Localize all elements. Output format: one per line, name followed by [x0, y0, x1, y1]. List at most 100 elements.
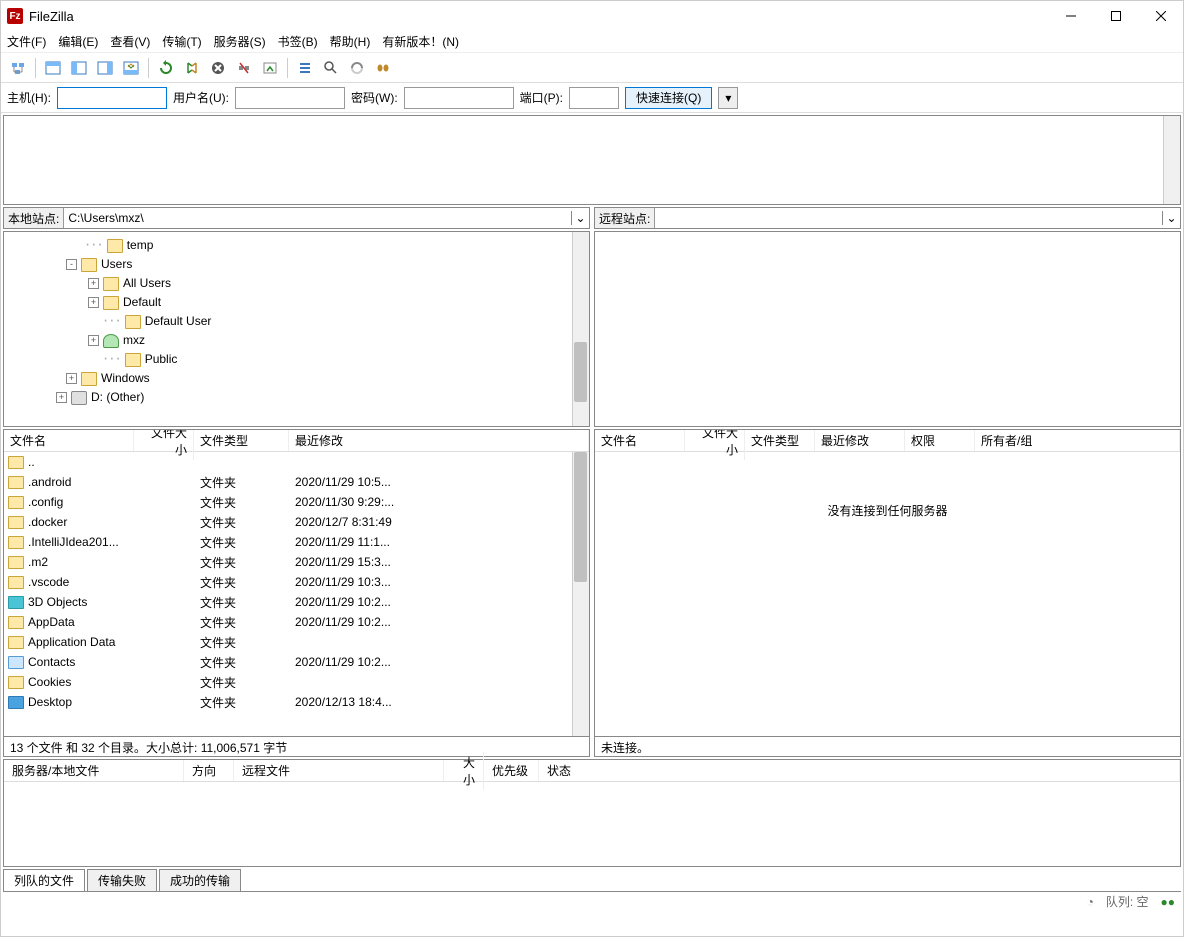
- quickconnect-dropdown[interactable]: ▾: [718, 87, 738, 109]
- sync-browse-icon[interactable]: [346, 57, 368, 79]
- password-input[interactable]: [404, 87, 514, 109]
- tree-node[interactable]: +Windows: [6, 369, 587, 388]
- menu-file[interactable]: 文件(F): [7, 33, 46, 50]
- tree-node[interactable]: +mxz: [6, 331, 587, 350]
- log-scrollbar[interactable]: [1163, 116, 1180, 204]
- tab-success[interactable]: 成功的传输: [159, 869, 241, 891]
- col-modified[interactable]: 最近修改: [815, 430, 905, 451]
- menu-help[interactable]: 帮助(H): [330, 33, 371, 50]
- tree-node[interactable]: ···Public: [6, 350, 587, 369]
- tree-node[interactable]: +All Users: [6, 274, 587, 293]
- col-filetype[interactable]: 文件类型: [745, 430, 815, 451]
- file-row[interactable]: Application Data文件夹: [4, 632, 589, 652]
- local-site-path[interactable]: C:\Users\mxz\: [64, 211, 571, 225]
- col-permissions[interactable]: 权限: [905, 430, 975, 451]
- message-log[interactable]: [3, 115, 1181, 205]
- chevron-down-icon[interactable]: ⌄: [571, 211, 589, 225]
- tree-node[interactable]: -Users: [6, 255, 587, 274]
- expand-icon[interactable]: +: [66, 373, 77, 384]
- remote-columns-header[interactable]: 文件名 文件大小 文件类型 最近修改 权限 所有者/组: [595, 430, 1180, 452]
- disconnect-icon[interactable]: [233, 57, 255, 79]
- filter-icon[interactable]: [294, 57, 316, 79]
- remote-tree-pane[interactable]: [594, 231, 1181, 427]
- qcol-remote[interactable]: 远程文件: [234, 760, 444, 781]
- expand-icon[interactable]: +: [88, 278, 99, 289]
- process-queue-icon[interactable]: [181, 57, 203, 79]
- menu-server[interactable]: 服务器(S): [214, 33, 266, 50]
- local-columns-header[interactable]: 文件名 文件大小 文件类型 最近修改: [4, 430, 589, 452]
- transfer-queue[interactable]: 服务器/本地文件 方向 远程文件 大小 优先级 状态: [3, 759, 1181, 867]
- expand-icon[interactable]: -: [66, 259, 77, 270]
- reconnect-icon[interactable]: [259, 57, 281, 79]
- folder-icon: [8, 636, 24, 649]
- file-row[interactable]: .android文件夹2020/11/29 10:5...: [4, 472, 589, 492]
- maximize-button[interactable]: [1093, 1, 1138, 31]
- cancel-icon[interactable]: [207, 57, 229, 79]
- file-row[interactable]: .IntelliJIdea201...文件夹2020/11/29 11:1...: [4, 532, 589, 552]
- qcol-direction[interactable]: 方向: [184, 760, 234, 781]
- compare-icon[interactable]: [320, 57, 342, 79]
- username-input[interactable]: [235, 87, 345, 109]
- sitemanager-icon[interactable]: [7, 57, 29, 79]
- tab-failed[interactable]: 传输失败: [87, 869, 157, 891]
- col-filetype[interactable]: 文件类型: [194, 430, 289, 451]
- close-button[interactable]: [1138, 1, 1183, 31]
- chevron-down-icon[interactable]: ⌄: [1162, 211, 1180, 225]
- tab-queued[interactable]: 列队的文件: [3, 869, 85, 891]
- qcol-priority[interactable]: 优先级: [484, 760, 539, 781]
- quickconnect-button[interactable]: 快速连接(Q): [625, 87, 712, 109]
- qcol-server[interactable]: 服务器/本地文件: [4, 760, 184, 781]
- file-row[interactable]: .vscode文件夹2020/11/29 10:3...: [4, 572, 589, 592]
- remote-file-list[interactable]: 文件名 文件大小 文件类型 最近修改 权限 所有者/组 没有连接到任何服务器: [594, 429, 1181, 737]
- local-file-list[interactable]: 文件名 文件大小 文件类型 最近修改 ...android文件夹2020/11/…: [3, 429, 590, 737]
- menu-edit[interactable]: 编辑(E): [58, 33, 98, 50]
- local-site-selector[interactable]: 本地站点: C:\Users\mxz\ ⌄: [3, 207, 590, 229]
- find-icon[interactable]: [372, 57, 394, 79]
- col-filename[interactable]: 文件名: [595, 430, 685, 451]
- port-label: 端口(P):: [520, 89, 563, 106]
- menubar: 文件(F) 编辑(E) 查看(V) 传输(T) 服务器(S) 书签(B) 帮助(…: [1, 31, 1183, 53]
- tree-node[interactable]: ···temp: [6, 236, 587, 255]
- tree-node[interactable]: +D: (Other): [6, 388, 587, 407]
- remote-site-selector[interactable]: 远程站点: ⌄: [594, 207, 1181, 229]
- qcol-status[interactable]: 状态: [539, 760, 1180, 781]
- local-tree-scrollbar[interactable]: [572, 232, 589, 426]
- toggle-remotetree-icon[interactable]: [94, 57, 116, 79]
- qcol-size[interactable]: 大小: [444, 752, 484, 790]
- file-row[interactable]: AppData文件夹2020/11/29 10:2...: [4, 612, 589, 632]
- folder-icon: [81, 258, 97, 272]
- file-row[interactable]: .docker文件夹2020/12/7 8:31:49: [4, 512, 589, 532]
- file-row[interactable]: .config文件夹2020/11/30 9:29:...: [4, 492, 589, 512]
- minimize-button[interactable]: [1048, 1, 1093, 31]
- file-row[interactable]: Contacts文件夹2020/11/29 10:2...: [4, 652, 589, 672]
- host-input[interactable]: [57, 87, 167, 109]
- local-files-scrollbar[interactable]: [572, 452, 589, 736]
- tree-node[interactable]: ···Default User: [6, 312, 587, 331]
- file-row[interactable]: ..: [4, 452, 589, 472]
- menu-bookmarks[interactable]: 书签(B): [278, 33, 318, 50]
- tree-node[interactable]: +Default: [6, 293, 587, 312]
- toggle-log-icon[interactable]: [42, 57, 64, 79]
- local-tree-pane[interactable]: ···temp-Users+All Users+Default···Defaul…: [3, 231, 590, 427]
- port-input[interactable]: [569, 87, 619, 109]
- col-filename[interactable]: 文件名: [4, 430, 134, 451]
- file-row[interactable]: .m2文件夹2020/11/29 15:3...: [4, 552, 589, 572]
- menu-update[interactable]: 有新版本！(N): [382, 33, 459, 50]
- file-row[interactable]: Desktop文件夹2020/12/13 18:4...: [4, 692, 589, 712]
- remote-status: 未连接。: [594, 737, 1181, 757]
- expand-icon[interactable]: +: [88, 335, 99, 346]
- expand-icon[interactable]: +: [88, 297, 99, 308]
- menu-transfer[interactable]: 传输(T): [162, 33, 201, 50]
- file-name: Contacts: [24, 655, 136, 669]
- refresh-icon[interactable]: [155, 57, 177, 79]
- col-modified[interactable]: 最近修改: [289, 430, 589, 451]
- file-row[interactable]: Cookies文件夹: [4, 672, 589, 692]
- menu-view[interactable]: 查看(V): [110, 33, 150, 50]
- queue-header[interactable]: 服务器/本地文件 方向 远程文件 大小 优先级 状态: [4, 760, 1180, 782]
- queue-indicator-icon: ◔: [1087, 895, 1094, 909]
- toggle-queue-icon[interactable]: [120, 57, 142, 79]
- toggle-localtree-icon[interactable]: [68, 57, 90, 79]
- col-owner[interactable]: 所有者/组: [975, 430, 1180, 451]
- file-row[interactable]: 3D Objects文件夹2020/11/29 10:2...: [4, 592, 589, 612]
- expand-icon[interactable]: +: [56, 392, 67, 403]
